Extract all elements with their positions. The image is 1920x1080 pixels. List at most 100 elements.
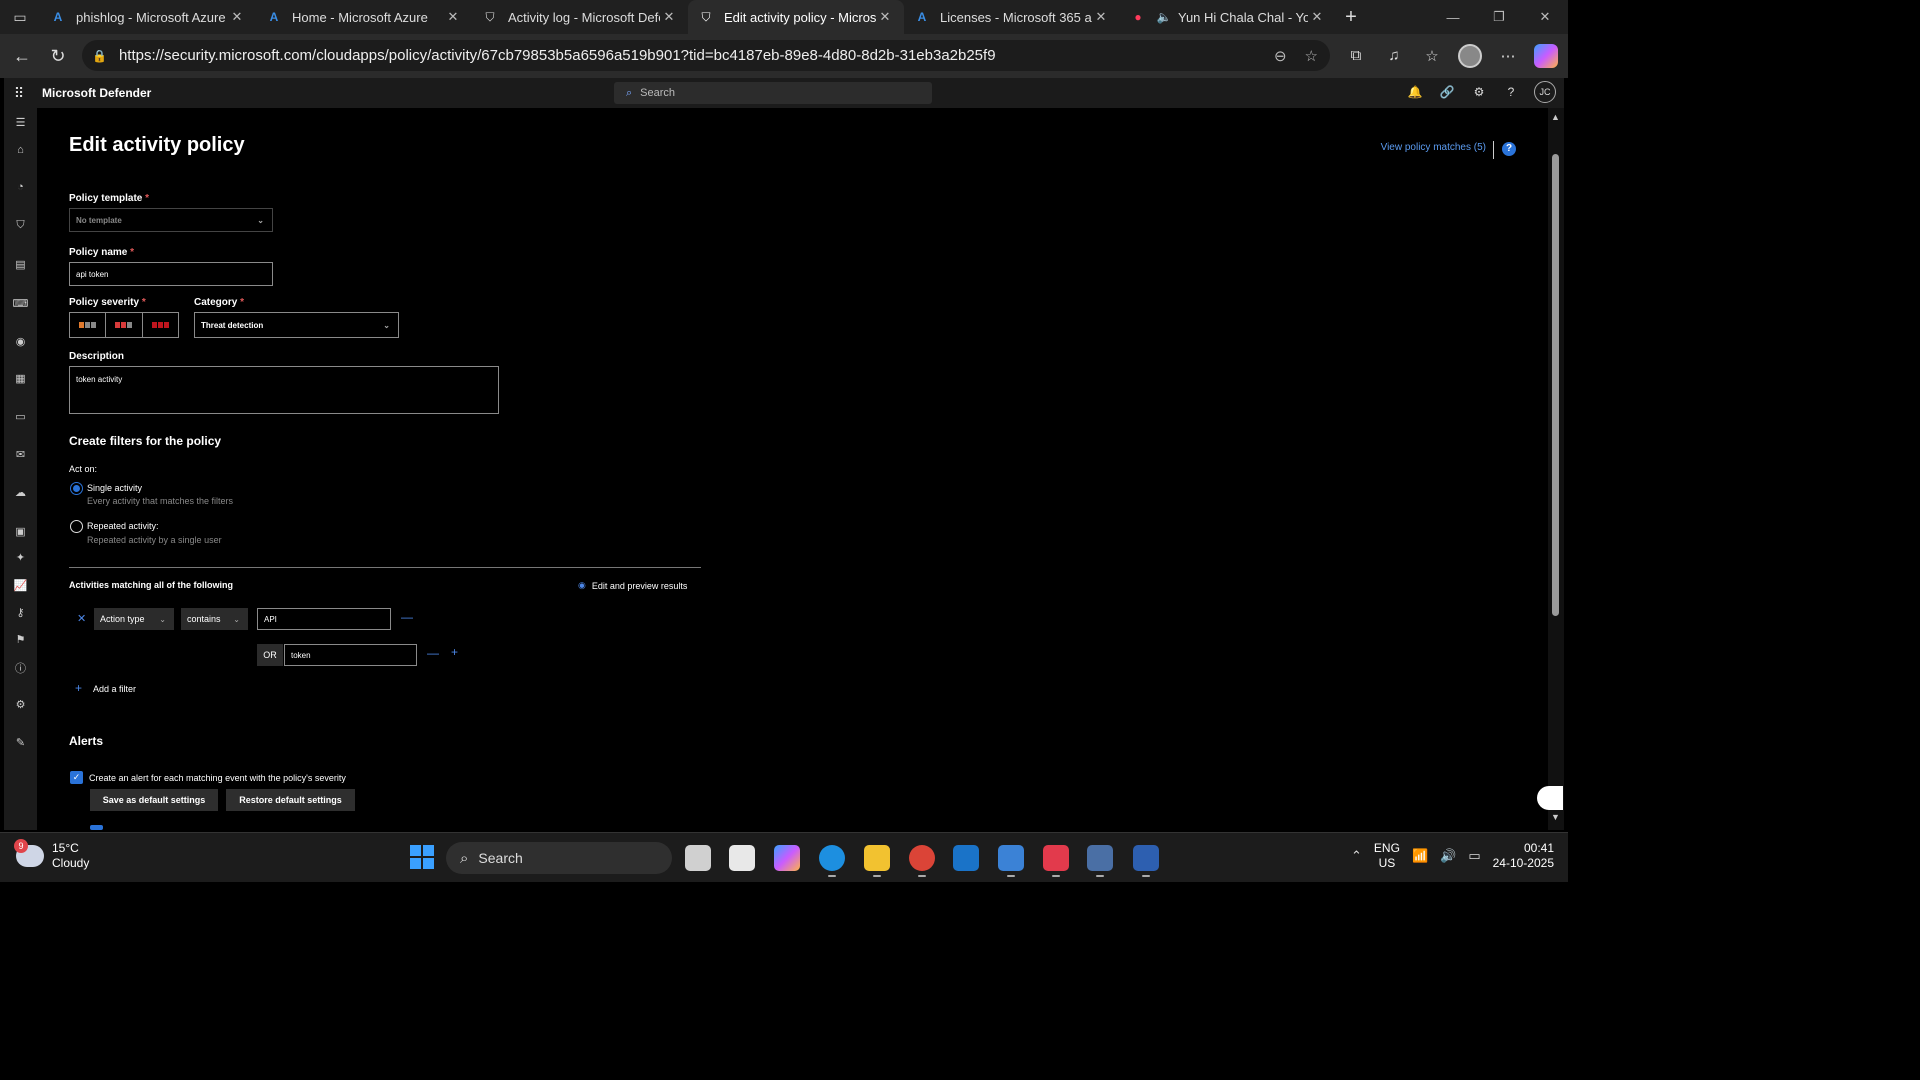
notification-bell-icon[interactable]: 🔔 [1406,85,1424,99]
permissions-icon[interactable]: ⚷ [4,606,37,619]
scroll-thumb[interactable] [1552,154,1559,616]
severity-medium-option[interactable] [106,313,143,337]
language-indicator[interactable]: ENG US [1374,841,1400,871]
volume-icon[interactable]: 🔊 [1440,848,1456,864]
reports-icon[interactable]: ▦ [4,372,37,385]
help-circle-icon[interactable]: ? [1502,142,1516,156]
hamburger-menu-icon[interactable]: ☰ [4,116,37,129]
app-launcher-icon[interactable]: ⠿ [4,85,34,102]
microsoft-store-icon[interactable] [729,845,755,871]
url-text[interactable]: https://security.microsoft.com/cloudapps… [119,47,996,64]
close-icon[interactable]: ✕ [876,9,894,25]
wand-icon[interactable]: ✦ [4,551,37,564]
page-scrollbar[interactable]: ▲ ▼ [1548,108,1564,830]
briefcase-icon[interactable]: ▣ [4,525,37,538]
minimize-icon[interactable]: — [1430,0,1476,34]
help-icon[interactable]: ? [1502,85,1520,99]
policy-template-dropdown[interactable]: No template ⌄ [69,208,273,232]
email-icon[interactable]: ✉ [4,448,37,461]
file-explorer-icon[interactable] [864,845,890,877]
new-tab-icon[interactable]: + [1336,6,1366,29]
view-policy-matches-link[interactable]: View policy matches (5) [1381,142,1486,153]
remote-desktop-icon[interactable] [1133,845,1159,877]
alert-option-checkbox[interactable] [90,825,103,830]
browser-tab[interactable]: A Home - Microsoft Azure ✕ [256,0,472,34]
user-avatar[interactable]: JC [1534,81,1556,103]
chrome-browser-icon[interactable] [909,845,935,877]
restore-default-button[interactable]: Restore default settings [226,789,355,811]
browser-tab-active[interactable]: ⛉ Edit activity policy - Microso ✕ [688,0,904,34]
settings-gear-icon[interactable]: ⚙ [1470,85,1488,99]
app-red-icon[interactable] [1043,845,1069,877]
close-icon[interactable]: ✕ [1092,9,1110,25]
close-icon[interactable]: ✕ [228,9,246,25]
plus-icon[interactable]: + [451,645,458,659]
link-icon[interactable]: 🔗 [1438,85,1456,99]
scroll-up-icon[interactable]: ▲ [1551,112,1560,122]
taskbar-search[interactable]: ⌕ Search [446,842,672,874]
more-icon[interactable]: ⋯ [1496,47,1520,65]
single-activity-radio[interactable] [70,482,83,495]
close-icon[interactable]: ✕ [660,9,678,25]
outlook-icon[interactable] [953,845,979,871]
extensions-icon[interactable]: ⧉ [1344,47,1368,64]
home-icon[interactable]: ⌂ [4,144,37,156]
settings-icon[interactable]: ⚙ [4,698,37,711]
zoom-icon[interactable]: ⊖ [1274,47,1287,65]
category-dropdown[interactable]: Threat detection ⌄ [194,312,399,338]
copilot-bubble-icon[interactable] [1537,786,1563,810]
window-close-icon[interactable]: ✕ [1522,0,1568,34]
assets-icon[interactable]: ▤ [4,258,37,271]
wifi-icon[interactable]: 📶 [1412,848,1428,864]
tab-actions-icon[interactable]: ▭ [0,0,40,34]
minus-icon[interactable]: — [427,646,439,660]
virtualbox-icon[interactable] [1087,845,1113,877]
filter-or-value-input[interactable]: token [284,644,417,666]
edit-pencil-icon[interactable]: ✎ [4,736,37,749]
weather-widget[interactable]: 9 15°C Cloudy [14,839,89,871]
actions-icon[interactable]: ⌨ [4,297,37,310]
restore-icon[interactable]: ❐ [1476,0,1522,34]
close-icon[interactable]: ✕ [444,9,462,25]
endpoints-icon[interactable]: ◉ [4,335,37,348]
cloud-icon[interactable]: ☁ [4,486,37,499]
create-alert-checkbox[interactable]: ✓ [70,771,83,784]
back-icon[interactable]: ← [4,38,40,74]
repeated-activity-radio[interactable] [70,520,83,533]
shield-icon[interactable]: ⛉ [4,219,37,232]
global-search-input[interactable]: ⌕ Search [614,82,932,104]
plus-icon[interactable]: + [75,681,82,695]
app-title[interactable]: Microsoft Defender [42,86,151,100]
favorites-icon[interactable]: ☆ [1420,47,1444,65]
task-view-icon[interactable] [685,845,711,871]
filter-value-input[interactable]: API [257,608,391,630]
media-icon[interactable]: ♫ [1382,47,1406,64]
notepad-icon[interactable] [998,845,1024,877]
edge-browser-icon[interactable] [819,845,845,877]
chart-icon[interactable]: 📈 [4,579,37,592]
filter-field-dropdown[interactable]: Action type ⌄ [94,608,174,630]
remove-filter-icon[interactable]: ✕ [77,612,86,625]
close-icon[interactable]: ✕ [1308,9,1326,25]
browser-tab[interactable]: A Licenses - Microsoft 365 adm ✕ [904,0,1120,34]
policy-name-input[interactable]: api token [69,262,273,286]
battery-icon[interactable]: ▭ [1468,848,1480,864]
repeated-activity-label[interactable]: Repeated activity: [87,521,159,531]
info-icon[interactable]: ⓘ [4,660,37,676]
create-alert-label[interactable]: Create an alert for each matching event … [89,773,346,783]
filter-operator-dropdown[interactable]: contains ⌄ [181,608,248,630]
add-filter-link[interactable]: Add a filter [93,684,136,694]
severity-low-option[interactable] [70,313,107,337]
severity-high-option[interactable] [143,313,178,337]
edit-preview-link[interactable]: ◉ Edit and preview results [578,580,687,591]
incidents-icon[interactable]: ◔ [4,181,37,193]
save-default-button[interactable]: Save as default settings [90,789,218,811]
description-textarea[interactable]: token activity [69,366,499,414]
lock-icon[interactable]: 🔒 [92,49,107,63]
devices-icon[interactable]: ▭ [4,410,37,423]
refresh-icon[interactable]: ↻ [40,38,76,74]
profile-avatar[interactable] [1458,43,1482,68]
copilot-app-icon[interactable] [774,845,800,871]
scroll-down-icon[interactable]: ▼ [1551,812,1560,822]
chevron-up-icon[interactable]: ⌃ [1351,848,1362,864]
